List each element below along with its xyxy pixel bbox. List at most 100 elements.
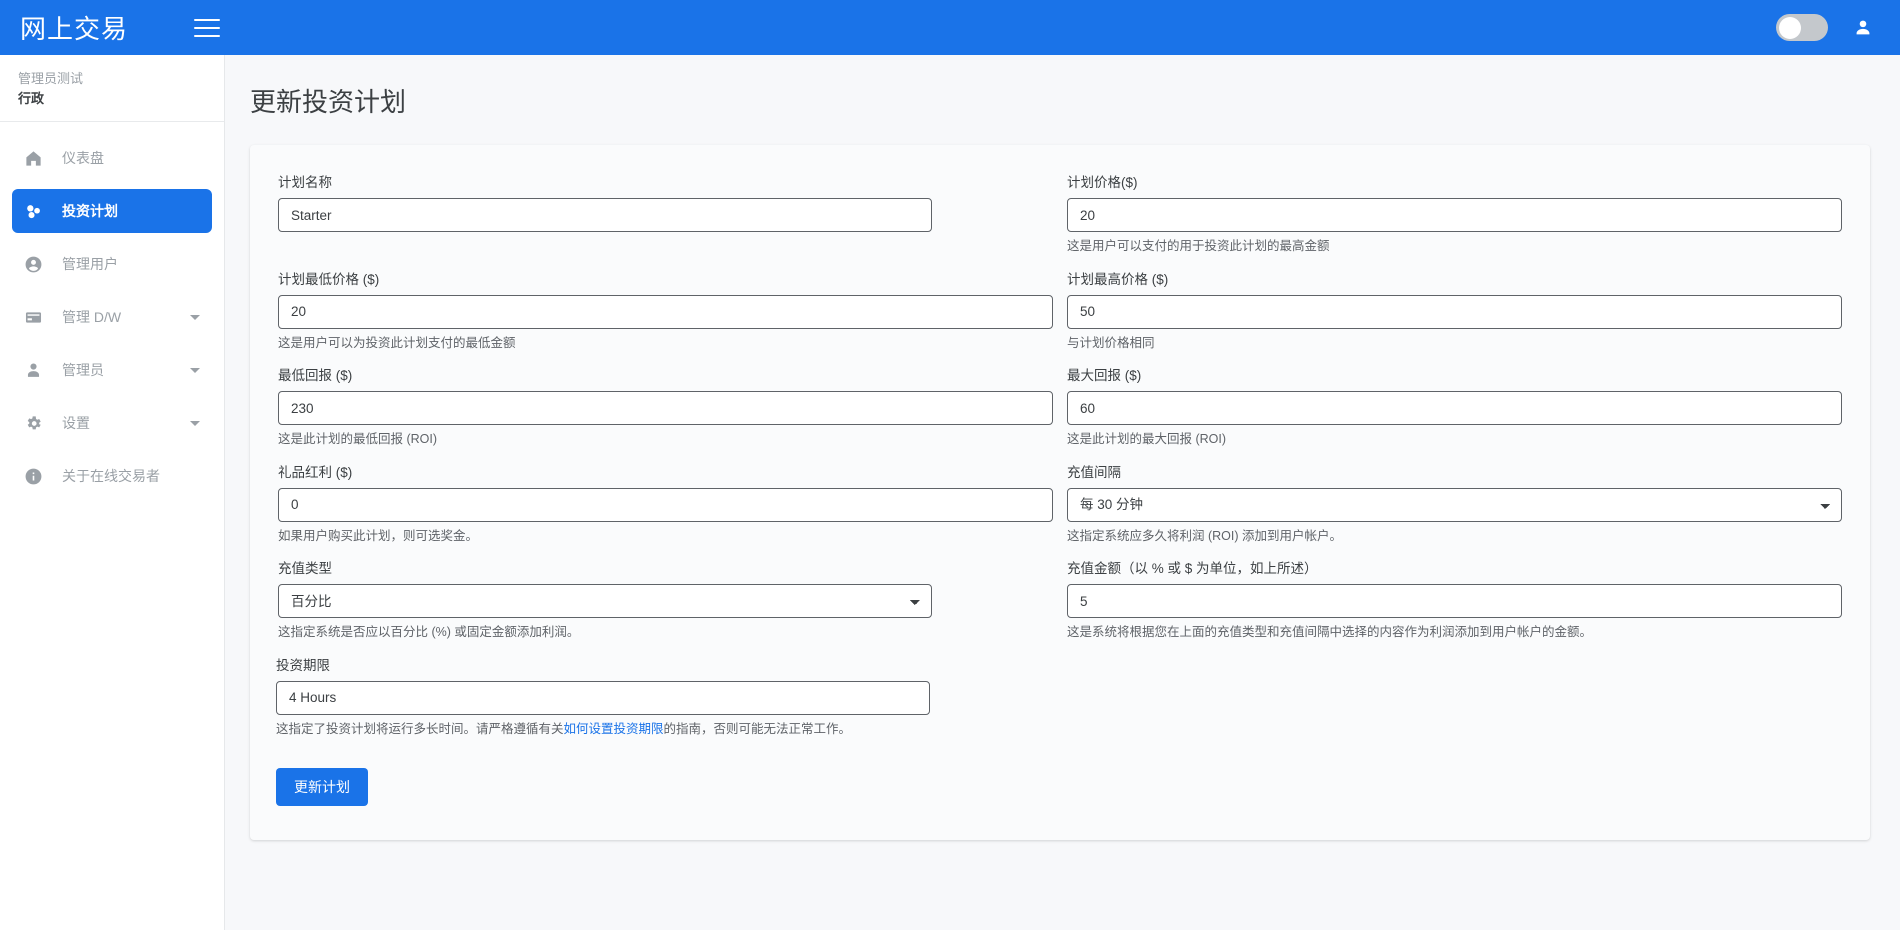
form-column: 礼品红利 ($) 如果用户购买此计划，则可选奖金。 — [276, 461, 1055, 558]
account-circle-icon — [24, 255, 50, 274]
sidebar-item-label: 仪表盘 — [62, 148, 104, 168]
form-column: 计划名称 — [276, 171, 1055, 268]
form-column: 充值类型 百分比 这指定系统是否应以百分比 (%) 或固定金额添加利润。 — [276, 557, 1055, 654]
sidebar-item-investment-plans[interactable]: 投资计划 — [12, 189, 212, 233]
recharge-interval-select[interactable]: 每 30 分钟 — [1067, 488, 1842, 522]
plan-max-price-label: 计划最高价格 ($) — [1067, 268, 1842, 288]
sidebar: 管理员测试 行政 仪表盘 投资计划 管理用户 — [0, 55, 225, 930]
gift-bonus-help: 如果用户购买此计划，则可选奖金。 — [278, 528, 1053, 546]
plan-price-input[interactable] — [1067, 198, 1842, 232]
home-icon — [24, 149, 50, 168]
help-text-before: 这指定了投资计划将运行多长时间。请严格遵循有关 — [276, 722, 564, 736]
min-return-help: 这是此计划的最低回报 (ROI) — [278, 431, 1053, 449]
hamburger-bar — [194, 19, 220, 21]
main-content: 更新投资计划 计划名称 计划价格($) 这是用户可以支付的用于投资此计划的最高金… — [225, 55, 1900, 930]
plan-min-price-label: 计划最低价格 ($) — [278, 268, 1053, 288]
plans-icon — [24, 202, 50, 221]
sidebar-item-dashboard[interactable]: 仪表盘 — [12, 136, 212, 180]
plan-price-label: 计划价格($) — [1067, 171, 1842, 191]
min-return-input[interactable] — [278, 391, 1053, 425]
chevron-down-icon — [190, 315, 200, 320]
user-icon[interactable] — [1852, 17, 1874, 39]
sidebar-item-label: 管理用户 — [62, 254, 118, 274]
sidebar-item-settings[interactable]: 设置 — [12, 401, 212, 445]
gift-bonus-input[interactable] — [278, 488, 1053, 522]
investment-duration-help: 这指定了投资计划将运行多长时间。请严格遵循有关如何设置投资期限的指南，否则可能无… — [276, 721, 1844, 739]
sidebar-user-role: 行政 — [18, 89, 206, 110]
recharge-interval-label: 充值间隔 — [1067, 461, 1842, 481]
field-recharge-amount: 充值金额（以 % 或 $ 为单位，如上所述） 这是系统将根据您在上面的充值类型和… — [1067, 557, 1842, 642]
investment-duration-input[interactable] — [276, 681, 930, 715]
max-return-label: 最大回报 ($) — [1067, 364, 1842, 384]
form-row: 最低回报 ($) 这是此计划的最低回报 (ROI) 最大回报 ($) 这是此计划… — [276, 364, 1844, 461]
recharge-interval-help: 这指定系统应多久将利润 (ROI) 添加到用户帐户。 — [1067, 528, 1842, 546]
form-row: 计划名称 计划价格($) 这是用户可以支付的用于投资此计划的最高金额 — [276, 171, 1844, 268]
field-plan-max-price: 计划最高价格 ($) 与计划价格相同 — [1067, 268, 1842, 353]
form-column: 计划最低价格 ($) 这是用户可以为投资此计划支付的最低金额 — [276, 268, 1055, 365]
sidebar-user-block: 管理员测试 行政 — [0, 55, 224, 122]
form-column: 最大回报 ($) 这是此计划的最大回报 (ROI) — [1065, 364, 1844, 461]
field-investment-duration: 投资期限 这指定了投资计划将运行多长时间。请严格遵循有关如何设置投资期限的指南，… — [276, 654, 1844, 739]
investment-duration-guide-link[interactable]: 如何设置投资期限 — [564, 722, 664, 736]
plan-min-price-help: 这是用户可以为投资此计划支付的最低金额 — [278, 335, 1053, 353]
hamburger-bar — [194, 27, 220, 29]
form-column: 投资期限 这指定了投资计划将运行多长时间。请严格遵循有关如何设置投资期限的指南，… — [276, 654, 1844, 751]
top-navbar: 网上交易 — [0, 0, 1900, 55]
update-investment-plan-form-card: 计划名称 计划价格($) 这是用户可以支付的用于投资此计划的最高金额 计划最低价… — [250, 145, 1870, 840]
gear-icon — [24, 414, 50, 433]
sidebar-item-label: 管理员 — [62, 360, 104, 380]
form-row: 礼品红利 ($) 如果用户购买此计划，则可选奖金。 充值间隔 每 30 分钟 这… — [276, 461, 1844, 558]
sidebar-item-about[interactable]: 关于在线交易者 — [12, 454, 212, 498]
plan-name-input[interactable] — [278, 198, 932, 232]
toggle-knob — [1779, 17, 1801, 39]
recharge-amount-input[interactable] — [1067, 584, 1842, 618]
sidebar-item-label: 投资计划 — [62, 201, 118, 221]
sidebar-item-label: 设置 — [62, 413, 90, 433]
max-return-help: 这是此计划的最大回报 (ROI) — [1067, 431, 1842, 449]
plan-name-label: 计划名称 — [278, 171, 1053, 191]
sidebar-item-label: 管理 D/W — [62, 307, 121, 327]
field-plan-name: 计划名称 — [278, 171, 1053, 232]
sidebar-item-manage-dw[interactable]: 管理 D/W — [12, 295, 212, 339]
recharge-amount-help: 这是系统将根据您在上面的充值类型和充值间隔中选择的内容作为利润添加到用户帐户的金… — [1067, 624, 1842, 642]
recharge-type-label: 充值类型 — [278, 557, 1053, 577]
chevron-down-icon — [190, 368, 200, 373]
form-column: 计划最高价格 ($) 与计划价格相同 — [1065, 268, 1844, 365]
form-column: 计划价格($) 这是用户可以支付的用于投资此计划的最高金额 — [1065, 171, 1844, 268]
plan-min-price-input[interactable] — [278, 295, 1053, 329]
form-row: 计划最低价格 ($) 这是用户可以为投资此计划支付的最低金额 计划最高价格 ($… — [276, 268, 1844, 365]
hamburger-bar — [194, 35, 220, 37]
sidebar-item-manage-users[interactable]: 管理用户 — [12, 242, 212, 286]
field-gift-bonus: 礼品红利 ($) 如果用户购买此计划，则可选奖金。 — [278, 461, 1053, 546]
sidebar-item-admin[interactable]: 管理员 — [12, 348, 212, 392]
navbar-right-actions — [1776, 14, 1874, 41]
gift-bonus-label: 礼品红利 ($) — [278, 461, 1053, 481]
field-recharge-type: 充值类型 百分比 这指定系统是否应以百分比 (%) 或固定金额添加利润。 — [278, 557, 1053, 642]
field-min-return: 最低回报 ($) 这是此计划的最低回报 (ROI) — [278, 364, 1053, 449]
help-text-after: 的指南，否则可能无法正常工作。 — [664, 722, 852, 736]
form-row: 投资期限 这指定了投资计划将运行多长时间。请严格遵循有关如何设置投资期限的指南，… — [276, 654, 1844, 751]
field-plan-price: 计划价格($) 这是用户可以支付的用于投资此计划的最高金额 — [1067, 171, 1842, 256]
form-column: 充值金额（以 % 或 $ 为单位，如上所述） 这是系统将根据您在上面的充值类型和… — [1065, 557, 1844, 654]
update-plan-button[interactable]: 更新计划 — [276, 768, 368, 806]
form-column: 最低回报 ($) 这是此计划的最低回报 (ROI) — [276, 364, 1055, 461]
page-title: 更新投资计划 — [225, 55, 1900, 119]
sidebar-item-label: 关于在线交易者 — [62, 466, 160, 486]
chevron-down-icon — [190, 421, 200, 426]
min-return-label: 最低回报 ($) — [278, 364, 1053, 384]
recharge-type-help: 这指定系统是否应以百分比 (%) 或固定金额添加利润。 — [278, 624, 1053, 642]
max-return-input[interactable] — [1067, 391, 1842, 425]
hamburger-icon[interactable] — [194, 15, 224, 41]
theme-toggle-switch[interactable] — [1776, 14, 1828, 41]
sidebar-nav-list: 仪表盘 投资计划 管理用户 — [0, 122, 224, 498]
info-icon — [24, 467, 50, 486]
recharge-type-select[interactable]: 百分比 — [278, 584, 932, 618]
investment-duration-label: 投资期限 — [276, 654, 1844, 674]
plan-max-price-input[interactable] — [1067, 295, 1842, 329]
card-icon — [24, 308, 50, 327]
form-row: 充值类型 百分比 这指定系统是否应以百分比 (%) 或固定金额添加利润。 充值金… — [276, 557, 1844, 654]
plan-price-help: 这是用户可以支付的用于投资此计划的最高金额 — [1067, 238, 1842, 256]
sidebar-user-name: 管理员测试 — [18, 69, 206, 89]
app-brand[interactable]: 网上交易 — [20, 9, 128, 46]
form-column: 充值间隔 每 30 分钟 这指定系统应多久将利润 (ROI) 添加到用户帐户。 — [1065, 461, 1844, 558]
